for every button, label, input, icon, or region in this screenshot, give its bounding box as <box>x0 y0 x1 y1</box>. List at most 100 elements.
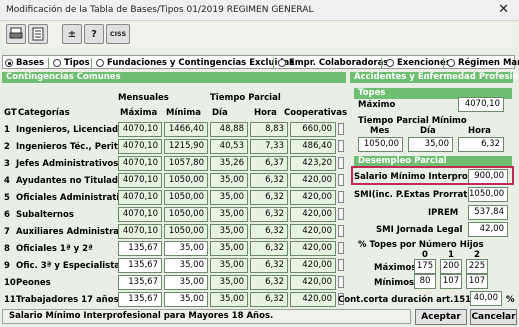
maximos-0-field[interactable]: 175 <box>414 259 436 274</box>
row-scroll-handle[interactable] <box>338 157 344 169</box>
help-button[interactable]: ? <box>84 24 104 44</box>
cell-minima[interactable]: 35,00 <box>164 275 208 290</box>
cell-minima[interactable]: 1050,00 <box>164 190 208 205</box>
cell-hora[interactable]: 6,32 <box>250 292 288 307</box>
cell-cooperativas[interactable]: 420,00 <box>290 258 336 273</box>
cell-maxima[interactable]: 135,67 <box>118 241 162 256</box>
cell-maxima[interactable]: 135,67 <box>118 258 162 273</box>
iprem-field[interactable]: 537,84 <box>468 205 508 220</box>
cell-maxima[interactable]: 135,67 <box>118 275 162 290</box>
cell-minima[interactable]: 1215,90 <box>164 139 208 154</box>
cell-cooperativas[interactable]: 420,00 <box>290 173 336 188</box>
accept-button[interactable]: Aceptar <box>415 309 467 325</box>
topes-hijos-label: % Topes por Número Hijos <box>358 240 484 250</box>
row-scroll-handle[interactable] <box>338 174 344 186</box>
close-icon[interactable]: ✕ <box>498 2 509 17</box>
row-scroll-handle[interactable] <box>338 140 344 152</box>
cell-dia[interactable]: 40,53 <box>210 139 248 154</box>
cell-minima[interactable]: 35,00 <box>164 258 208 273</box>
maximos-1-field[interactable]: 200 <box>440 259 462 274</box>
cell-hora[interactable]: 6,32 <box>250 224 288 239</box>
cell-hora[interactable]: 6,32 <box>250 173 288 188</box>
cell-cooperativas[interactable]: 420,00 <box>290 207 336 222</box>
row-scroll-handle[interactable] <box>338 259 344 271</box>
cell-dia[interactable]: 35,00 <box>210 258 248 273</box>
cell-hora[interactable]: 7,33 <box>250 139 288 154</box>
smi-extras-field[interactable]: 1050,00 <box>468 187 508 202</box>
tab-empr-colaboradoras[interactable]: Empr. Colaboradoras <box>278 57 388 69</box>
print-icon[interactable] <box>6 24 26 44</box>
cell-maxima[interactable]: 4070,10 <box>118 122 162 137</box>
radio-icon <box>278 59 286 67</box>
cell-cooperativas[interactable]: 420,00 <box>290 292 336 307</box>
cell-minima[interactable]: 1050,00 <box>164 207 208 222</box>
cell-maxima[interactable]: 4070,10 <box>118 190 162 205</box>
cell-dia[interactable]: 35,00 <box>210 292 248 307</box>
maximo-field[interactable]: 4070,10 <box>458 97 504 112</box>
plus-minus-button[interactable]: ± <box>62 24 82 44</box>
cell-dia[interactable]: 35,00 <box>210 207 248 222</box>
row-scroll-handle[interactable] <box>338 276 344 288</box>
tab-tipos[interactable]: Tipos <box>53 57 90 69</box>
row-gt: 8 <box>4 244 10 254</box>
cell-dia[interactable]: 35,00 <box>210 241 248 256</box>
cell-dia[interactable]: 35,26 <box>210 156 248 171</box>
cell-dia[interactable]: 35,00 <box>210 173 248 188</box>
row-scroll-handle[interactable] <box>338 208 344 220</box>
cell-cooperativas[interactable]: 420,00 <box>290 224 336 239</box>
dia-field[interactable]: 35,00 <box>408 137 453 152</box>
cell-dia[interactable]: 35,00 <box>210 275 248 290</box>
row-scroll-handle[interactable] <box>338 123 344 135</box>
cell-hora[interactable]: 6,32 <box>250 258 288 273</box>
cell-minima[interactable]: 35,00 <box>164 241 208 256</box>
cell-minima[interactable]: 1050,00 <box>164 173 208 188</box>
cell-maxima[interactable]: 4070,10 <box>118 207 162 222</box>
cell-dia[interactable]: 35,00 <box>210 224 248 239</box>
cell-minima[interactable]: 1050,00 <box>164 224 208 239</box>
cell-maxima[interactable]: 4070,10 <box>118 224 162 239</box>
cell-maxima[interactable]: 4070,10 <box>118 173 162 188</box>
cell-maxima[interactable]: 4070,10 <box>118 139 162 154</box>
row-category: Ofic. 3ª y Especialistas <box>16 261 126 271</box>
cont-corta-field[interactable]: 40,00 <box>470 291 502 306</box>
ciss-button[interactable]: CISS <box>106 24 130 44</box>
cell-cooperativas[interactable]: 486,40 <box>290 139 336 154</box>
cell-minima[interactable]: 1057,80 <box>164 156 208 171</box>
tab-fundaciones[interactable]: Fundaciones y Contingencias Excluidas <box>96 57 294 69</box>
cell-hora[interactable]: 6,32 <box>250 207 288 222</box>
cell-hora[interactable]: 8,83 <box>250 122 288 137</box>
cell-cooperativas[interactable]: 420,00 <box>290 241 336 256</box>
tab-bases[interactable]: Bases <box>5 57 44 69</box>
cell-cooperativas[interactable]: 420,00 <box>290 190 336 205</box>
row-scroll-handle[interactable] <box>338 242 344 254</box>
minimos-0-field[interactable]: 80 <box>414 274 436 289</box>
cell-minima[interactable]: 1466,40 <box>164 122 208 137</box>
cell-cooperativas[interactable]: 420,00 <box>290 275 336 290</box>
cell-hora[interactable]: 6,37 <box>250 156 288 171</box>
cell-hora[interactable]: 6,32 <box>250 190 288 205</box>
tab-exenciones[interactable]: Exenciones <box>386 57 451 69</box>
hora-field[interactable]: 6,32 <box>458 137 504 152</box>
row-scroll-handle[interactable] <box>338 225 344 237</box>
minimos-2-field[interactable]: 107 <box>466 274 488 289</box>
cell-minima[interactable]: 35,00 <box>164 292 208 307</box>
document-icon[interactable] <box>28 24 48 44</box>
cell-maxima[interactable]: 135,67 <box>118 292 162 307</box>
cell-hora[interactable]: 6,32 <box>250 275 288 290</box>
cell-hora[interactable]: 6,32 <box>250 241 288 256</box>
maximos-2-field[interactable]: 225 <box>466 259 488 274</box>
cell-dia[interactable]: 48,88 <box>210 122 248 137</box>
row-scroll-handle[interactable] <box>338 191 344 203</box>
tab-regimen-mar[interactable]: Régimen Mar <box>447 57 519 69</box>
row-gt: 6 <box>4 210 10 220</box>
cell-maxima[interactable]: 4070,10 <box>118 156 162 171</box>
cell-cooperativas[interactable]: 660,00 <box>290 122 336 137</box>
smi-legal-field[interactable]: 42,00 <box>468 222 508 237</box>
cell-dia[interactable]: 35,00 <box>210 190 248 205</box>
mes-field[interactable]: 1050,00 <box>358 137 403 152</box>
header-tiempo-parcial: Tiempo Parcial <box>210 93 281 103</box>
minimos-1-field[interactable]: 107 <box>440 274 462 289</box>
cancel-button[interactable]: Cancelar <box>470 309 517 325</box>
maximo-label: Máximo <box>358 100 396 110</box>
cell-cooperativas[interactable]: 423,20 <box>290 156 336 171</box>
